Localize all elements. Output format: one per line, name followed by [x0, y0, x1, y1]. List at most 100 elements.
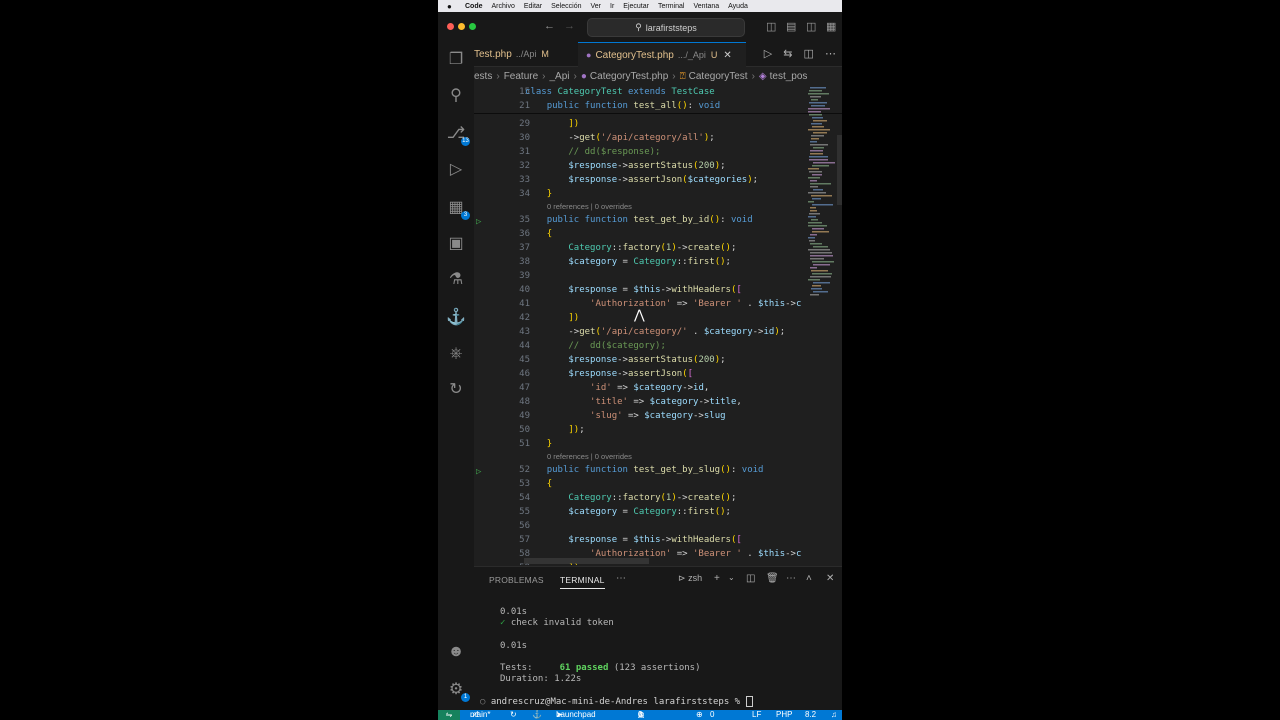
code-line[interactable]: 39: [474, 269, 842, 283]
terminal-shell[interactable]: ⊳ zsh: [678, 573, 702, 584]
settings-gear-icon[interactable]: ⚙ 1: [446, 680, 470, 702]
minimap[interactable]: [806, 85, 840, 305]
maximize-panel-icon[interactable]: ˄: [806, 573, 812, 584]
source-control-icon[interactable]: ⎇ 13: [446, 124, 470, 146]
code-line[interactable]: 56: [474, 519, 842, 533]
close-panel-icon[interactable]: ✕: [826, 573, 834, 584]
customize-layout-icon[interactable]: ▦: [826, 20, 836, 33]
menu-ver[interactable]: Ver: [591, 3, 602, 10]
breadcrumb-item[interactable]: test_pos: [770, 71, 808, 82]
code-line[interactable]: 48 'title' => $category->title,: [474, 395, 842, 409]
code-line[interactable]: 31 // dd($response);: [474, 145, 842, 159]
tab-test-php[interactable]: Test.php ../Api M: [474, 42, 578, 66]
code-line[interactable]: 57 $response = $this->withHeaders([: [474, 533, 842, 547]
code-editor[interactable]: 15 class CategoryTest extends TestCase 21 …: [474, 85, 842, 565]
terminal-prompt[interactable]: ○ andrescruz@Mac-mini-de-Andres larafirs…: [480, 696, 753, 707]
tab-terminal[interactable]: TERMINAL: [560, 575, 605, 589]
code-line[interactable]: 44 // dd($category);: [474, 339, 842, 353]
code-line[interactable]: 40 $response = $this->withHeaders([: [474, 283, 842, 297]
code-line[interactable]: 46 $response->assertJson([: [474, 367, 842, 381]
compare-icon[interactable]: ⇆: [783, 48, 792, 60]
breadcrumb-item[interactable]: CategoryTest: [689, 71, 748, 82]
breadcrumb-item[interactable]: ests: [474, 71, 492, 82]
code-line[interactable]: 50 ]);: [474, 423, 842, 437]
split-editor-icon[interactable]: ◫: [804, 48, 814, 60]
new-terminal-icon[interactable]: +: [714, 573, 720, 584]
code-line[interactable]: ▷ 35 public function test_get_by_id(): vo…: [474, 213, 842, 227]
docker-status-icon[interactable]: ⚓: [532, 710, 542, 720]
git-graph-icon[interactable]: ⎈: [446, 344, 466, 364]
split-terminal-icon[interactable]: ◫: [746, 573, 755, 584]
timeline-icon[interactable]: ↻: [446, 380, 466, 400]
code-line[interactable]: 55 $category = Category::first();: [474, 505, 842, 519]
account-icon[interactable]: ☻: [446, 642, 466, 662]
testing-flask-icon[interactable]: ⚗: [446, 270, 466, 290]
codelens-references[interactable]: 0 references | 0 overrides: [474, 451, 842, 463]
notifications-bell-icon[interactable]: ♫: [831, 710, 837, 720]
code-line[interactable]: 53 {: [474, 477, 842, 491]
breadcrumb-item[interactable]: _Api: [550, 71, 570, 82]
ports-icon[interactable]: ⊕: [696, 710, 703, 720]
more-actions-icon[interactable]: ⋯: [825, 48, 836, 60]
language-status[interactable]: PHP: [776, 710, 792, 720]
more-actions-icon[interactable]: ⋯: [786, 573, 796, 584]
code-line[interactable]: 33 $response->assertJson($categories);: [474, 173, 842, 187]
code-line[interactable]: 42 ]): [474, 311, 842, 325]
code-line[interactable]: ▷ 52 public function test_get_by_slug(): …: [474, 463, 842, 477]
menu-ejecutar[interactable]: Ejecutar: [623, 3, 649, 10]
run-debug-icon[interactable]: ▷: [446, 160, 466, 180]
toggle-secondary-sidebar-icon[interactable]: ◫: [806, 20, 816, 33]
code-line[interactable]: 38 $category = Category::first();: [474, 255, 842, 269]
code-line[interactable]: 29 ]): [474, 117, 842, 131]
close-tab-icon[interactable]: ✕: [723, 50, 731, 61]
toggle-sidebar-icon[interactable]: ◫: [766, 20, 776, 33]
remote-indicator-icon[interactable]: ⇋: [438, 710, 460, 720]
menu-editar[interactable]: Editar: [524, 3, 542, 10]
tab-categorytest-php[interactable]: ● CategoryTest.php .../_Api U ✕: [578, 42, 746, 67]
menu-ayuda[interactable]: Ayuda: [728, 3, 748, 10]
menu-terminal[interactable]: Terminal: [658, 3, 684, 10]
breadcrumb-item[interactable]: CategoryTest.php: [590, 71, 668, 82]
menu-ir[interactable]: Ir: [610, 3, 614, 10]
codelens-references[interactable]: 0 references | 0 overrides: [474, 201, 842, 213]
code-line[interactable]: 21 public function test_all(): void: [474, 99, 842, 113]
php-version-status[interactable]: 8.2: [805, 710, 816, 720]
search-icon[interactable]: ⚲: [446, 86, 466, 106]
apple-icon[interactable]: ●: [447, 2, 456, 11]
sync-icon[interactable]: ↻: [510, 710, 517, 720]
code-line[interactable]: 34 }: [474, 187, 842, 201]
forward-arrow-icon[interactable]: →: [564, 20, 575, 32]
more-icon[interactable]: ⋯: [616, 573, 626, 584]
menu-ventana[interactable]: Ventana: [693, 3, 719, 10]
minimize-window-button[interactable]: [458, 23, 465, 30]
code-line[interactable]: 51 }: [474, 437, 842, 451]
code-line[interactable]: 30 ->get('/api/category/all');: [474, 131, 842, 145]
code-line[interactable]: 36 {: [474, 227, 842, 241]
breadcrumb-item[interactable]: Feature: [504, 71, 538, 82]
docker-icon[interactable]: ⚓: [446, 308, 466, 328]
chevron-down-icon[interactable]: ⌄: [728, 573, 735, 582]
code-line[interactable]: 45 $response->assertStatus(200);: [474, 353, 842, 367]
code-line[interactable]: 49 'slug' => $category->slug: [474, 409, 842, 423]
close-window-button[interactable]: [447, 23, 454, 30]
back-arrow-icon[interactable]: ←: [544, 20, 555, 32]
run-icon[interactable]: ▷: [764, 48, 772, 60]
code-line[interactable]: 43 ->get('/api/category/' . $category->i…: [474, 325, 842, 339]
zoom-window-button[interactable]: [469, 23, 476, 30]
trash-icon[interactable]: 🗑: [766, 573, 779, 584]
code-line[interactable]: 41 'Authorization' => 'Bearer ' . $this-…: [474, 297, 842, 311]
remote-explorer-icon[interactable]: ▣: [446, 234, 466, 254]
horizontal-scrollbar[interactable]: [524, 558, 649, 564]
code-line[interactable]: 54 Category::factory(1)->create();: [474, 491, 842, 505]
code-line[interactable]: 47 'id' => $category->id,: [474, 381, 842, 395]
menu-seleccion[interactable]: Selección: [551, 3, 581, 10]
eol-status[interactable]: LF: [752, 710, 761, 720]
code-line[interactable]: 15 class CategoryTest extends TestCase: [474, 85, 842, 99]
menu-code[interactable]: Code: [465, 3, 483, 10]
menu-archivo[interactable]: Archivo: [492, 3, 515, 10]
extensions-icon[interactable]: ▦ 3: [446, 198, 470, 220]
command-center-search[interactable]: ⚲ larafirststeps: [587, 18, 745, 37]
toggle-panel-icon[interactable]: ▤: [786, 20, 796, 33]
explorer-icon[interactable]: ❐: [446, 50, 466, 70]
vertical-scrollbar[interactable]: [837, 135, 842, 205]
